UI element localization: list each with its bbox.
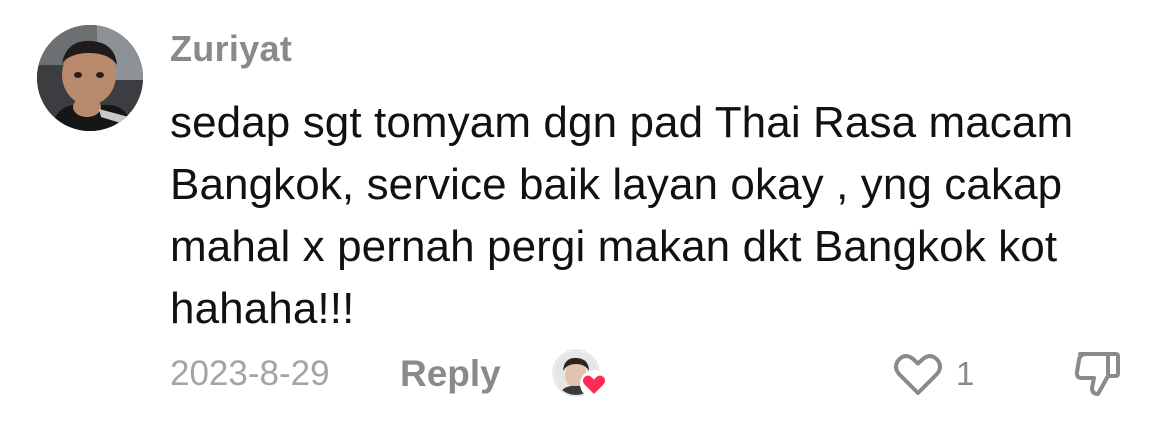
like-button[interactable]	[890, 350, 946, 398]
thumbs-down-icon	[1074, 352, 1120, 396]
reply-button[interactable]: Reply	[400, 353, 501, 395]
comment-author[interactable]: Zuriyat	[170, 28, 292, 70]
dislike-button[interactable]	[1070, 346, 1126, 402]
like-count: 1	[956, 355, 975, 392]
avatar-image	[37, 25, 143, 131]
comment-footer: 2023-8-29 Reply 1	[0, 340, 1170, 410]
heart-outline-icon	[894, 354, 942, 395]
heart-filled-icon	[580, 370, 608, 398]
comment-item: Zuriyat sedap sgt tomyam dgn pad Thai Ra…	[0, 0, 1170, 421]
creator-liked-badge	[552, 349, 612, 401]
comment-date: 2023-8-29	[170, 354, 330, 393]
avatar[interactable]	[37, 25, 143, 131]
comment-text: sedap sgt tomyam dgn pad Thai Rasa macam…	[170, 98, 1074, 333]
